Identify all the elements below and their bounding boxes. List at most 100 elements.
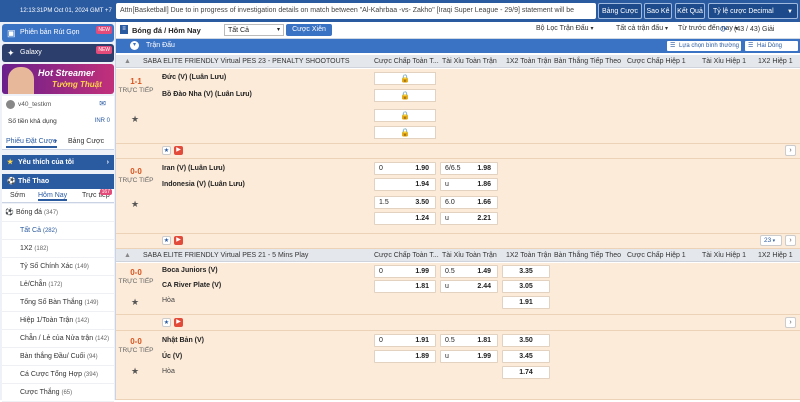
1x2-odd-home[interactable]: 3.50 [502,334,550,347]
market-odd-even[interactable]: Lẻ/Chẵn (172) [2,276,114,294]
market-filter-select[interactable]: Tất Cả ▾ [224,24,284,36]
collapse-icon[interactable]: ▲ [124,249,131,262]
star-icon[interactable]: ★ [162,236,171,245]
over-under-odd[interactable]: u 1.99 [440,350,498,363]
chevron-down-icon: ▾ [590,26,594,32]
market-label: Cược Thắng [20,389,60,396]
tab-early[interactable]: Sớm [10,192,25,199]
sports-header[interactable]: ⚽ Thể Thao [2,174,114,189]
tab-bet-list[interactable]: Bảng Cược [68,138,104,145]
market-total-goals[interactable]: Tổng Số Bàn Thắng (149) [2,294,114,312]
lock-icon: 🔒 [374,109,436,122]
market-count: (282) [42,228,57,234]
refresh-icon[interactable]: ⟳ [720,24,728,35]
1x2-odd-home[interactable]: 3.35 [502,265,550,278]
favorite-star-icon[interactable]: ★ [131,199,139,210]
lock-icon: 🔒 [374,89,436,102]
favorite-star-icon[interactable]: ★ [131,366,139,377]
away-team: Úc (V) [162,353,183,360]
sport-label: Bóng đá [16,209,43,216]
clock: 12:13:31PM Oct 01, 2024 GMT +7 [20,8,112,14]
market-correct-score[interactable]: Tỷ Số Chính Xác (149) [2,258,114,276]
total-line: 6/6.5 [445,165,461,172]
favorite-star-icon[interactable]: ★ [131,297,139,308]
message-icon[interactable]: ✉ [99,99,106,108]
more-markets-select[interactable]: 23 ▾ [760,235,782,246]
tab-betslip[interactable]: Phiếu Đặt Cược [6,138,57,148]
live-stream-icon[interactable]: ▶ [174,236,183,245]
betslip-tabs: Phiếu Đặt Cược ▾ Bảng Cược [2,136,114,150]
bet-list-button[interactable]: Bảng Cược [598,3,642,19]
odd-value: 1.99 [477,353,491,360]
market-all[interactable]: Tất Cả (282) [2,222,114,240]
league-header[interactable]: ▲ SABA ELITE FRIENDLY Virtual PES 23 - P… [116,55,800,68]
over-under-odd[interactable]: 6/6.5 1.98 [440,162,498,175]
parlay-button[interactable]: Cược Xiên [286,24,332,36]
league-header[interactable]: ▲ SABA ELITE FRIENDLY Virtual PES 21 - 5… [116,249,800,262]
column-header: Cược Chấp Toàn T... [374,252,439,259]
hamburger-icon[interactable]: ≡ [120,25,128,34]
total-line: 6.0 [445,199,455,206]
over-under-odd[interactable]: u 2.21 [440,212,498,225]
sort-select[interactable]: Từ trước đến nay ▾ [678,25,738,32]
statement-button[interactable]: Sao Kê [644,3,672,19]
market-1x2[interactable]: 1X2 (182) [2,240,114,258]
live-stream-icon[interactable]: ▶ [174,146,183,155]
market-mix-parlay[interactable]: Cá Cược Tổng Hợp (394) [2,366,114,384]
announcement-marquee[interactable]: Attn[Basketball] Due to in progress of i… [116,3,596,19]
over-under-odd[interactable]: u 1.86 [440,178,498,191]
hot-streamer-banner[interactable]: Hot Streamer Tường Thuật [2,64,114,94]
live-stream-icon[interactable]: ▶ [174,318,183,327]
handicap-odd[interactable]: 0 1.90 [374,162,436,175]
1x2-odd-draw[interactable]: 1.74 [502,366,550,379]
market-count: (94) [86,354,98,360]
row-mode-select[interactable]: ☰ Hai Dòng [745,41,798,51]
match-filter-select[interactable]: Bộ Lọc Trận Đấu ▾ [536,25,594,32]
odds-type-select[interactable]: Tỷ lệ cược Decimal ▼ [708,3,798,19]
column-header: Cược Chấp Hiệp 1 [627,58,686,65]
match-footer: ★ ▶ › [156,317,800,329]
selection-mode-select[interactable]: ☰ Lựa chọn bình thường [667,41,741,51]
tab-today[interactable]: Hôm Nay [38,192,68,201]
market-outright[interactable]: Cược Thắng (65) [2,384,114,402]
galaxy-promo[interactable]: ✦ Galaxy NEW [2,44,114,62]
over-under-odd[interactable]: u 2.44 [440,280,498,293]
chevron-right-icon[interactable]: › [785,317,796,328]
market-half-odd-even[interactable]: Chẵn / Lẻ của Nửa trận (142) [2,330,114,348]
chevron-down-circle-icon[interactable]: ▾ [130,41,139,50]
star-icon[interactable]: ★ [162,146,171,155]
star-icon[interactable]: ★ [162,318,171,327]
handicap-odd[interactable]: 0 1.99 [374,265,436,278]
market-filter-value: Tất Cả [228,27,250,34]
handicap-odd[interactable]: 1.94 [374,178,436,191]
collapse-icon[interactable]: ▲ [124,55,131,68]
handicap-odd[interactable]: 1.81 [374,280,436,293]
match-row: 0-0 TRỰC TIẾP ★ Iran (V) (Luân Lưu) Indo… [116,159,800,249]
handicap-odd[interactable]: 1.89 [374,350,436,363]
lite-version-promo[interactable]: ▣ Phiên bản Rút Gọn NEW [2,24,114,42]
handicap-odd[interactable]: 0 1.91 [374,334,436,347]
market-first-last-goal[interactable]: Bàn thắng Đầu/ Cuối (94) [2,348,114,366]
handicap-odd[interactable]: 1.5 3.50 [374,196,436,209]
handicap-odd[interactable]: 1.24 [374,212,436,225]
over-under-odd[interactable]: 6.0 1.66 [440,196,498,209]
market-label: Chẵn / Lẻ của Nửa trận [20,335,94,342]
odds-scope-select[interactable]: Tất cả trận đấu ▾ [616,25,668,32]
odd-value: 3.45 [519,353,533,360]
1x2-odd-draw[interactable]: 1.91 [502,296,550,309]
sport-soccer[interactable]: ⚽ Bóng đá (347) [2,204,114,222]
market-label: Lẻ/Chẵn [20,281,47,288]
chevron-right-icon[interactable]: › [785,235,796,246]
over-under-odd[interactable]: 0.5 1.49 [440,265,498,278]
chevron-right-icon[interactable]: › [785,145,796,156]
1x2-odd-away[interactable]: 3.05 [502,280,550,293]
odd-value: 1.86 [477,181,491,188]
galaxy-icon: ✦ [7,48,15,58]
market-ht-ft[interactable]: Hiệp 1/Toàn Trận (142) [2,312,114,330]
over-under-odd[interactable]: 0.5 1.81 [440,334,498,347]
favorite-star-icon[interactable]: ★ [131,114,139,125]
favorites-header[interactable]: ★ Yêu thích của tôi › [2,155,114,170]
1x2-odd-away[interactable]: 3.45 [502,350,550,363]
match-footer: ★ ▶ 23 ▾ › [156,235,800,247]
results-button[interactable]: Kết Quả [675,3,705,19]
